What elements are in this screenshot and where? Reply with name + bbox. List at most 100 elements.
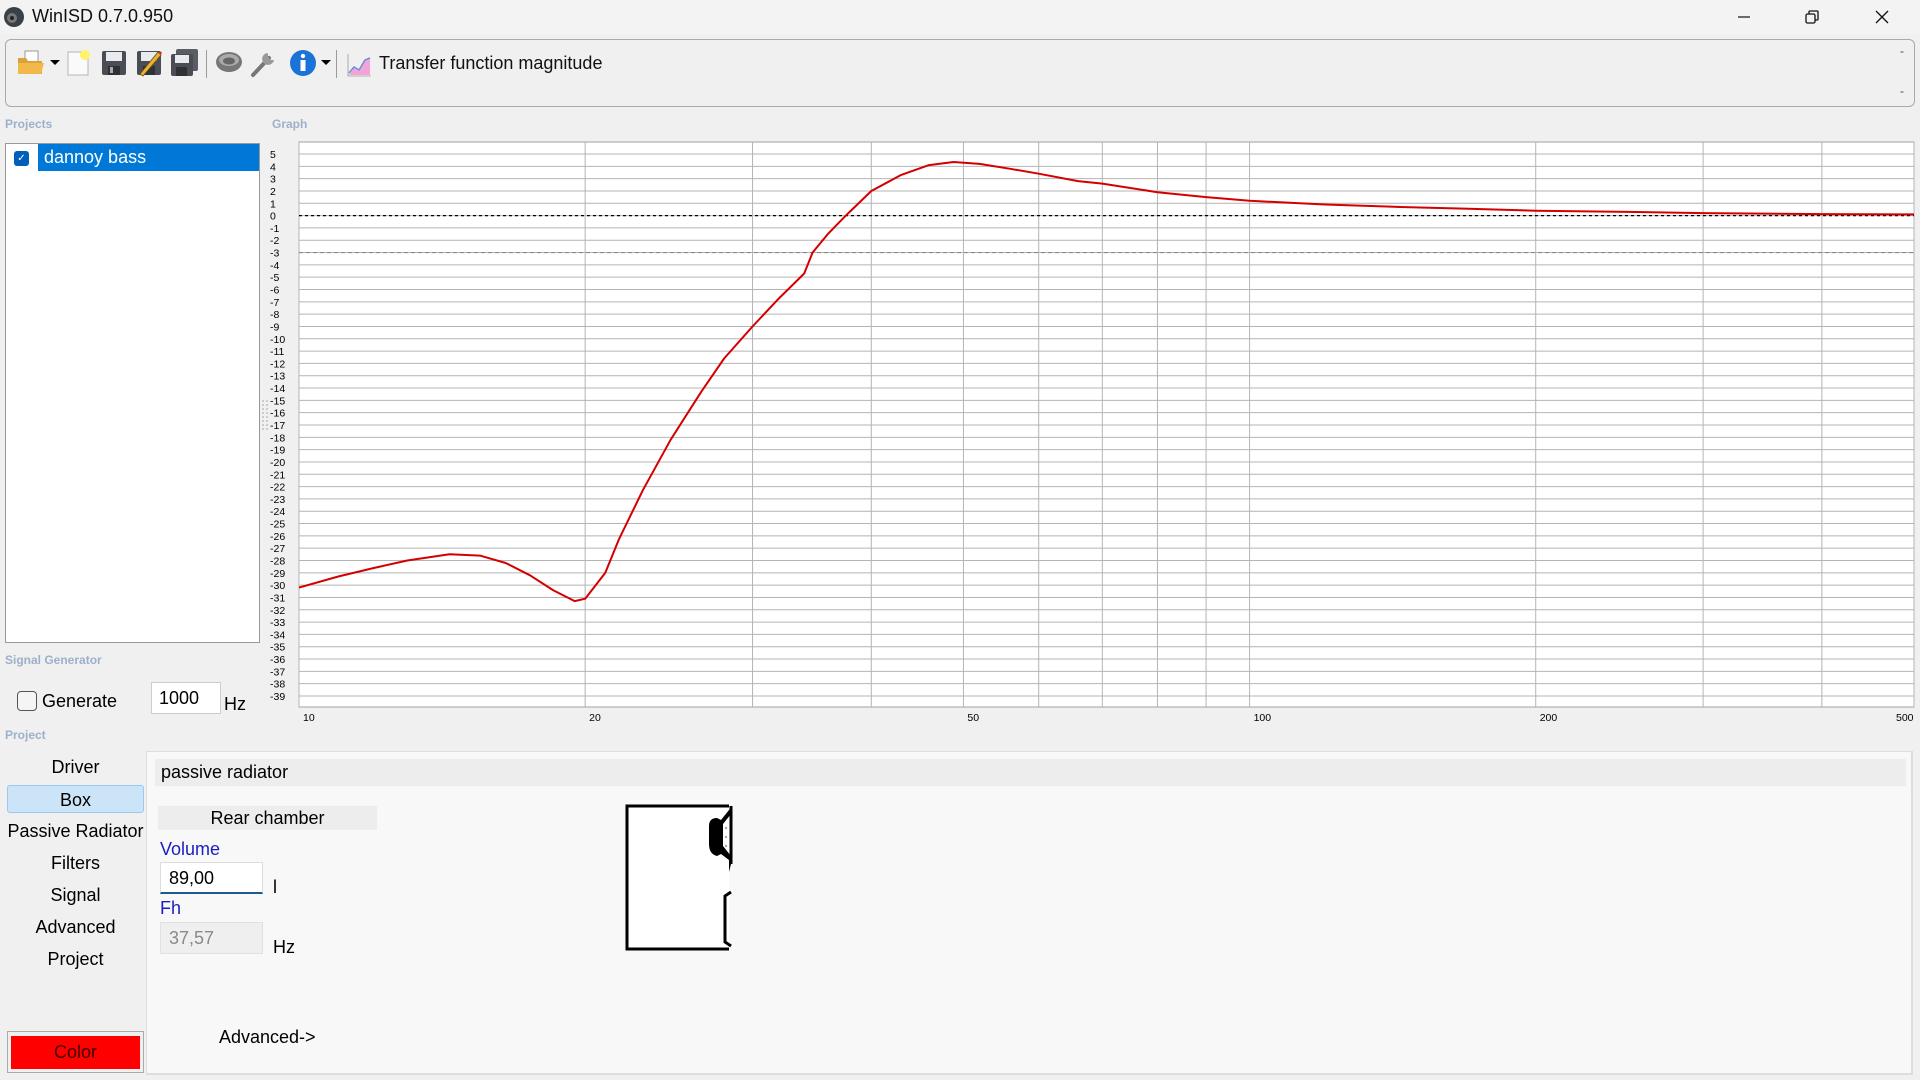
- nav-project[interactable]: Project: [7, 945, 144, 973]
- y-tick-label: -17: [270, 420, 285, 432]
- signal-generator-group-label: Signal Generator: [5, 653, 102, 667]
- toolbar-separator: [206, 50, 207, 78]
- y-tick-label: -35: [270, 642, 285, 654]
- open-folder-icon[interactable]: [16, 48, 46, 78]
- nav-signal[interactable]: Signal: [7, 881, 144, 909]
- y-tick-label: -39: [270, 691, 285, 703]
- y-tick-label: -11: [270, 346, 285, 358]
- box-diagram-icon: [625, 804, 735, 952]
- box-panel: passive radiator Rear chamber Volume 89,…: [146, 751, 1913, 1075]
- y-tick-label: -36: [270, 654, 285, 666]
- y-tick-label: -12: [270, 358, 285, 370]
- close-icon: [1875, 10, 1889, 24]
- y-tick-label: 0: [270, 211, 276, 223]
- graph-type-selector[interactable]: Transfer function magnitude: [379, 53, 602, 74]
- x-tick-label: 10: [303, 712, 315, 724]
- project-group-label: Project: [5, 728, 46, 742]
- collapse-mark[interactable]: -: [1900, 84, 1904, 98]
- y-tick-label: -28: [270, 556, 285, 568]
- x-tick-label: 50: [967, 712, 979, 724]
- nav-box[interactable]: Box: [7, 785, 144, 813]
- volume-input[interactable]: 89,00: [160, 862, 263, 894]
- driver-editor-icon[interactable]: [214, 48, 244, 78]
- y-tick-label: -33: [270, 617, 285, 629]
- y-tick-label: -27: [270, 543, 285, 555]
- graph-group-label: Graph: [272, 117, 308, 131]
- restore-button[interactable]: [1778, 0, 1846, 34]
- y-tick-label: -8: [270, 309, 279, 321]
- y-tick-label: 2: [270, 186, 276, 198]
- open-dropdown-arrow[interactable]: [50, 60, 60, 65]
- y-tick-label: 3: [270, 174, 276, 186]
- minimize-icon: [1738, 16, 1750, 18]
- collapse-mark[interactable]: -: [1900, 44, 1904, 58]
- transfer-function-chart: 543210-1-2-3-4-5-6-7-8-9-10-11-12-13-14-…: [270, 141, 1915, 724]
- save-icon[interactable]: [99, 48, 129, 78]
- y-tick-label: -24: [270, 506, 285, 518]
- y-tick-label: 1: [270, 198, 276, 210]
- nav-filters[interactable]: Filters: [7, 849, 144, 877]
- speaker-icon: [4, 7, 24, 27]
- chart-icon[interactable]: [346, 52, 372, 78]
- save-as-icon[interactable]: [134, 48, 164, 78]
- generator-frequency-unit: Hz: [224, 694, 246, 714]
- fh-unit: Hz: [273, 937, 295, 957]
- y-tick-label: -23: [270, 494, 285, 506]
- nav-driver[interactable]: Driver: [7, 753, 144, 781]
- generate-label[interactable]: Generate: [42, 691, 117, 712]
- nav-advanced[interactable]: Advanced: [7, 913, 144, 941]
- y-tick-label: -38: [270, 679, 285, 691]
- y-tick-label: -14: [270, 383, 285, 395]
- y-tick-label: -1: [270, 223, 279, 235]
- y-tick-label: -34: [270, 629, 285, 641]
- info-icon[interactable]: [288, 48, 318, 78]
- minimize-button[interactable]: [1710, 0, 1778, 34]
- y-tick-label: -16: [270, 408, 285, 420]
- y-tick-label: 4: [270, 161, 276, 173]
- y-tick-label: -18: [270, 432, 285, 444]
- generate-checkbox[interactable]: [17, 691, 37, 711]
- x-tick-label: 20: [589, 712, 601, 724]
- save-all-icon[interactable]: [169, 48, 199, 78]
- box-type-header: passive radiator: [155, 759, 1906, 786]
- info-dropdown-arrow[interactable]: [321, 60, 331, 65]
- generator-frequency-input[interactable]: 1000: [151, 682, 221, 714]
- restore-icon: [1805, 10, 1819, 24]
- y-tick-label: -13: [270, 371, 285, 383]
- window-title: WinISD 0.7.0.950: [32, 6, 174, 26]
- color-button-frame: Color: [7, 1031, 144, 1073]
- y-tick-label: -2: [270, 235, 279, 247]
- y-tick-label: -4: [270, 260, 279, 272]
- fh-label: Fh: [160, 898, 182, 918]
- color-button[interactable]: Color: [11, 1036, 140, 1069]
- y-tick-label: -29: [270, 568, 285, 580]
- y-tick-label: -30: [270, 580, 285, 592]
- y-tick-label: -7: [270, 297, 279, 309]
- tools-wrench-icon[interactable]: [249, 48, 279, 78]
- project-name[interactable]: dannoy bass: [38, 144, 259, 171]
- title-bar: WinISD 0.7.0.950: [0, 0, 1920, 34]
- project-visible-checkbox[interactable]: ✓: [14, 151, 29, 166]
- y-tick-label: -19: [270, 445, 285, 457]
- projects-list[interactable]: ✓ dannoy bass: [5, 143, 260, 643]
- y-tick-label: 5: [270, 149, 276, 161]
- x-tick-label: 200: [1540, 712, 1558, 724]
- x-tick-label: 100: [1254, 712, 1272, 724]
- rear-chamber-section: Rear chamber: [158, 806, 377, 830]
- nav-passive-radiator[interactable]: Passive Radiator: [7, 817, 144, 845]
- y-tick-label: -25: [270, 519, 285, 531]
- y-tick-label: -3: [270, 248, 279, 260]
- y-tick-label: -15: [270, 395, 285, 407]
- y-tick-label: -26: [270, 531, 285, 543]
- toolbar-separator: [336, 50, 337, 78]
- close-button[interactable]: [1848, 0, 1916, 34]
- y-tick-label: -10: [270, 334, 285, 346]
- y-tick-label: -20: [270, 457, 285, 469]
- y-tick-label: -5: [270, 272, 279, 284]
- projects-group-label: Projects: [5, 117, 53, 131]
- y-tick-label: -9: [270, 321, 279, 333]
- y-tick-label: -37: [270, 666, 285, 678]
- y-tick-label: -31: [270, 592, 285, 604]
- advanced-link[interactable]: Advanced->: [219, 1027, 316, 1048]
- new-project-icon[interactable]: [64, 48, 94, 78]
